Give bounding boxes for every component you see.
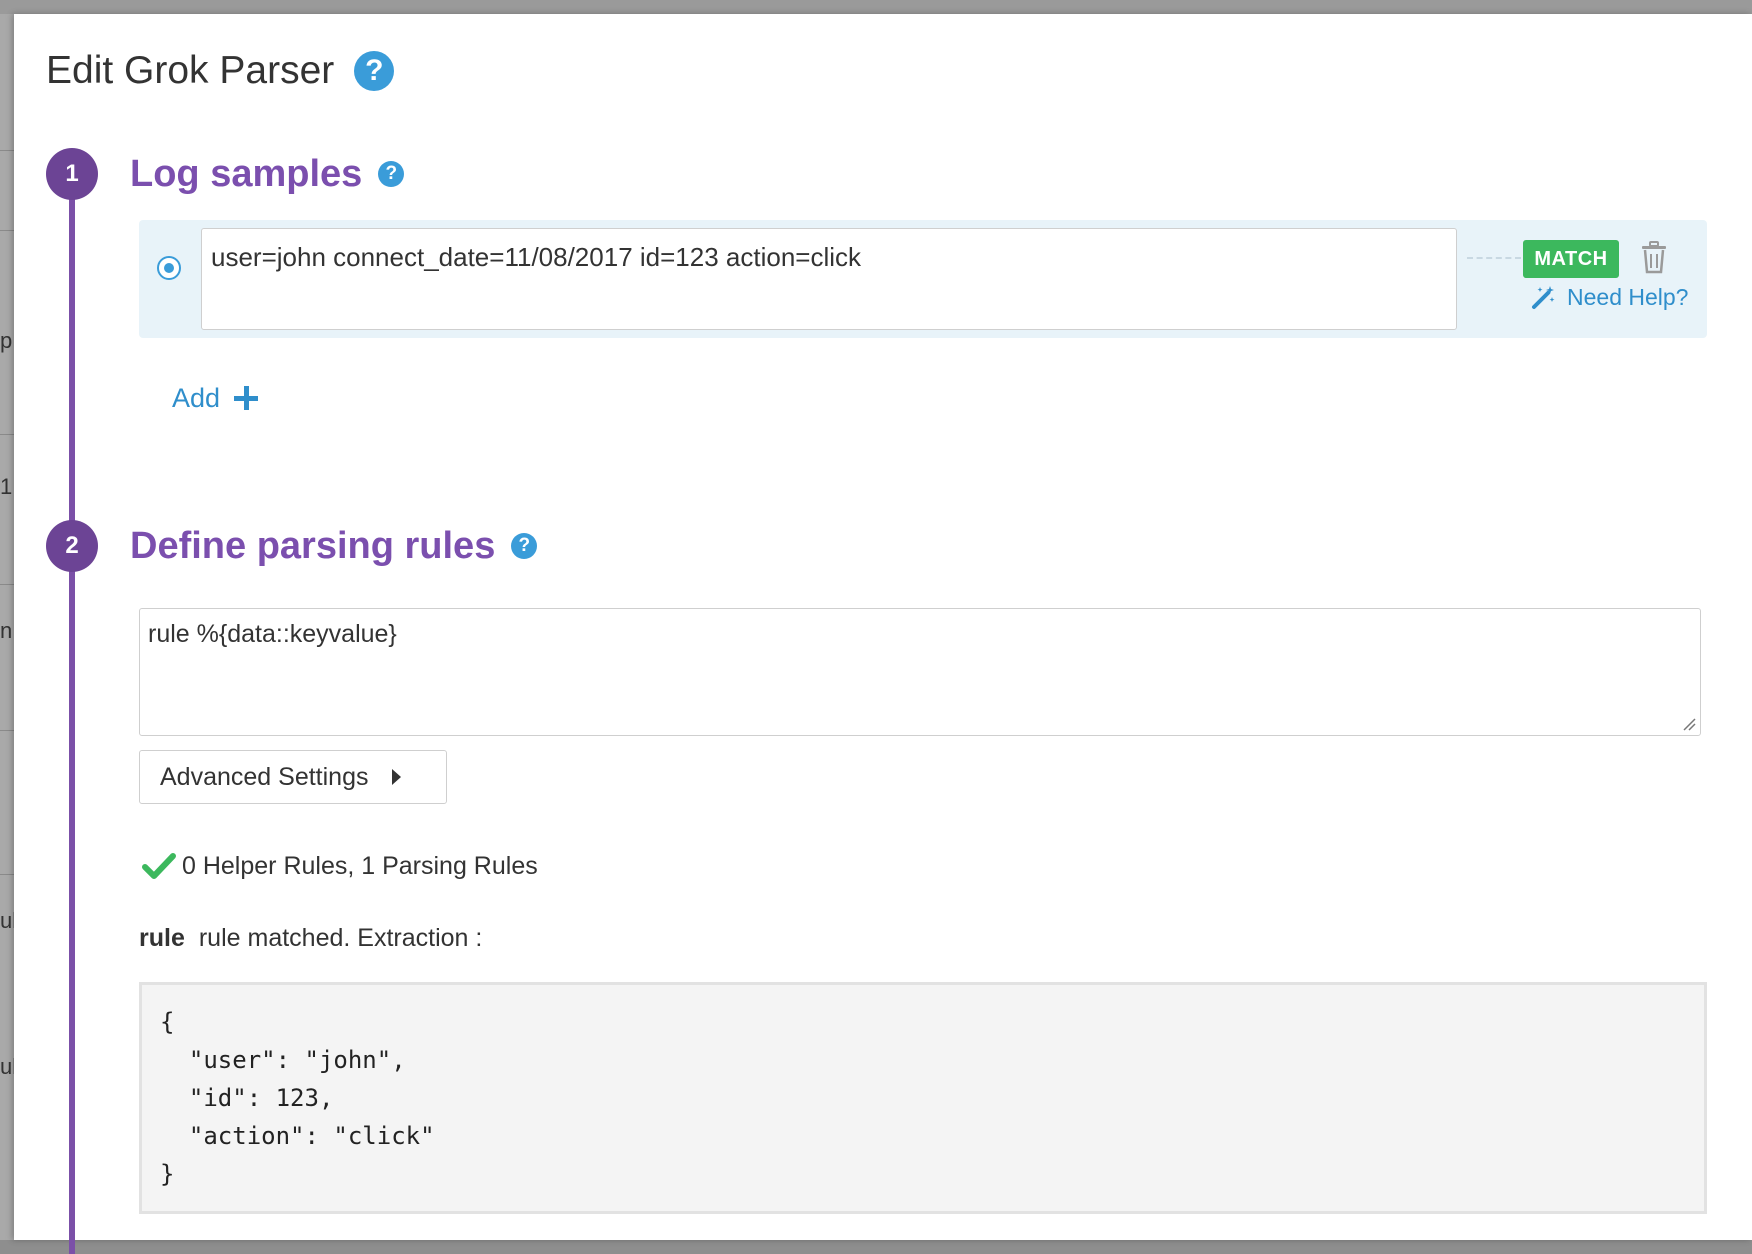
advanced-settings-label: Advanced Settings: [160, 762, 369, 791]
caret-right-icon: [392, 769, 402, 785]
match-message-text: rule matched. Extraction :: [198, 924, 483, 952]
magic-wand-icon: [1532, 286, 1555, 309]
log-sample-input[interactable]: user=john connect_date=11/08/2017 id=123…: [201, 228, 1457, 330]
rule-match-message: rule rule matched. Extraction :: [139, 920, 482, 956]
help-icon[interactable]: ?: [354, 51, 395, 91]
radio-selected-icon[interactable]: [157, 256, 181, 280]
help-icon[interactable]: ?: [378, 161, 405, 187]
step-2-header: Define parsing rules ?: [130, 522, 538, 570]
background-divider: [0, 874, 14, 875]
plus-icon: [234, 386, 259, 410]
matched-rule-name: rule: [139, 924, 185, 952]
background-text-fragment: ul: [0, 1054, 14, 1079]
background-text-fragment: 1: [0, 474, 13, 499]
match-status-badge: MATCH: [1523, 240, 1619, 278]
log-sample-row: user=john connect_date=11/08/2017 id=123…: [139, 220, 1707, 338]
edit-grok-parser-modal: Edit Grok Parser ? 1 Log samples ? user=…: [14, 14, 1752, 1254]
step-1-title: Log samples: [130, 153, 363, 195]
need-help-label: Need Help?: [1567, 284, 1689, 310]
trash-icon[interactable]: [1639, 240, 1669, 274]
step-1-header: Log samples ?: [130, 150, 405, 198]
connector-line: [1467, 257, 1521, 259]
modal-title: Edit Grok Parser: [46, 49, 335, 92]
need-help-link[interactable]: Need Help?: [1531, 282, 1688, 312]
add-label: Add: [172, 383, 221, 413]
background-text-fragment: n: [0, 618, 13, 643]
background-divider: [0, 584, 14, 585]
step-2-title: Define parsing rules: [130, 525, 496, 567]
modal-header: Edit Grok Parser ?: [46, 46, 395, 96]
rules-summary: 0 Helper Rules, 1 Parsing Rules: [142, 848, 538, 884]
resize-grip-icon[interactable]: [1682, 717, 1696, 731]
add-sample-button[interactable]: Add: [172, 378, 259, 418]
advanced-settings-button[interactable]: Advanced Settings: [139, 750, 447, 804]
background-divider: [0, 230, 14, 231]
extraction-output: { "user": "john", "id": 123, "action": "…: [139, 982, 1707, 1214]
parsing-rules-text: rule %{data::keyvalue}: [148, 620, 397, 648]
step-2-badge: 2: [46, 520, 98, 572]
background-divider: [0, 730, 14, 731]
rules-summary-text: 0 Helper Rules, 1 Parsing Rules: [182, 852, 538, 880]
background-divider: [0, 434, 14, 435]
step-1-badge: 1: [46, 148, 98, 200]
stepper-line: [69, 174, 75, 1254]
background-text-fragment: ul: [0, 908, 14, 933]
background-divider: [0, 150, 14, 151]
background-text-fragment: p: [0, 328, 13, 353]
checkmark-icon: [142, 853, 176, 879]
help-icon[interactable]: ?: [511, 533, 538, 559]
parsing-rules-textarea[interactable]: rule %{data::keyvalue}: [139, 608, 1701, 736]
